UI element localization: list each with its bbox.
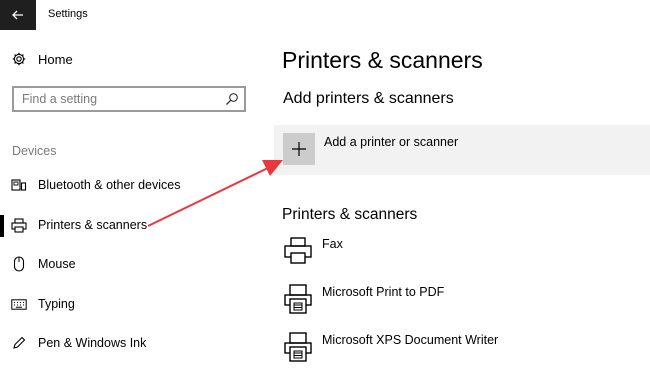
add-printer-button[interactable]: Add a printer or scanner	[274, 125, 650, 175]
back-arrow-icon	[12, 10, 23, 20]
sidebar-item-mouse[interactable]: Mouse	[0, 249, 255, 279]
sidebar: Home Find a setting Devices Bluetooth & …	[0, 30, 255, 360]
title-bar: Settings	[0, 0, 650, 30]
sidebar-item-home[interactable]: Home	[0, 44, 255, 74]
main-content: Printers & scanners Add printers & scann…	[255, 30, 650, 362]
add-printer-label: Add a printer or scanner	[324, 135, 459, 149]
pen-icon	[11, 335, 27, 351]
back-button[interactable]	[0, 0, 36, 30]
sidebar-item-pen[interactable]: Pen & Windows Ink	[0, 328, 255, 358]
sidebar-item-printers[interactable]: Printers & scanners	[0, 210, 255, 240]
printer-name: Fax	[322, 237, 343, 251]
sidebar-item-label: Pen & Windows Ink	[38, 336, 147, 350]
sidebar-item-label: Typing	[38, 297, 75, 311]
fax-printer-icon	[282, 235, 314, 267]
sidebar-item-label: Mouse	[38, 257, 76, 271]
printer-item-xps[interactable]: Microsoft XPS Document Writer	[282, 331, 642, 371]
sidebar-item-label: Printers & scanners	[38, 218, 148, 232]
printers-list-heading: Printers & scanners	[282, 206, 418, 223]
pdf-printer-icon	[282, 283, 314, 315]
mouse-icon	[11, 256, 27, 272]
plus-icon	[283, 133, 315, 165]
printer-item-pdf[interactable]: Microsoft Print to PDF	[282, 283, 642, 323]
sidebar-item-label: Bluetooth & other devices	[38, 178, 181, 192]
printer-name: Microsoft Print to PDF	[322, 285, 445, 299]
search-placeholder: Find a setting	[22, 92, 98, 106]
sidebar-item-label: Home	[38, 51, 73, 67]
window-title: Settings	[48, 8, 88, 20]
search-icon[interactable]	[225, 92, 239, 106]
search-input[interactable]: Find a setting	[12, 86, 246, 112]
gear-icon	[11, 51, 27, 67]
section-label-devices: Devices	[12, 144, 57, 158]
keyboard-icon	[11, 296, 27, 312]
bluetooth-devices-icon	[11, 177, 27, 193]
sidebar-item-bluetooth[interactable]: Bluetooth & other devices	[0, 170, 255, 200]
printer-icon	[11, 217, 27, 233]
printer-name: Microsoft XPS Document Writer	[322, 333, 499, 347]
printer-item-fax[interactable]: Fax	[282, 235, 642, 275]
add-section-heading: Add printers & scanners	[283, 90, 454, 107]
page-title: Printers & scanners	[282, 47, 483, 73]
xps-printer-icon	[282, 331, 314, 363]
sidebar-item-typing[interactable]: Typing	[0, 289, 255, 319]
